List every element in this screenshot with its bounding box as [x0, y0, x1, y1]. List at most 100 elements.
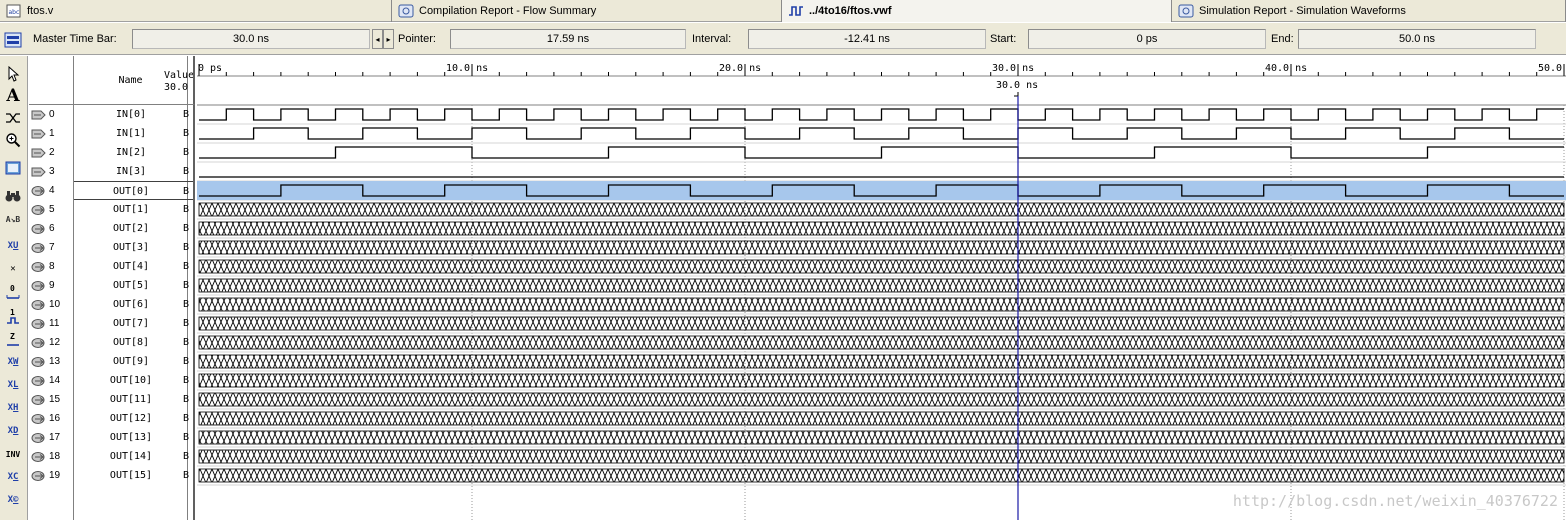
uninitialized-icon[interactable]: XU	[2, 236, 24, 256]
waveform-file-icon	[789, 6, 803, 16]
signal-row[interactable]: 16 OUT[12] B	[29, 409, 195, 428]
signal-name[interactable]: OUT[2]	[74, 219, 188, 238]
forcing-unknown-icon[interactable]: ✕	[2, 259, 24, 279]
signal-name[interactable]: OUT[8]	[74, 333, 188, 352]
index-column-header	[29, 56, 74, 105]
forcing-low-icon[interactable]: 0	[2, 282, 24, 302]
signal-waveform	[199, 127, 1564, 140]
signal-name[interactable]: OUT[3]	[74, 238, 188, 257]
signal-name[interactable]: OUT[9]	[74, 352, 188, 371]
unknown-waveform	[198, 392, 1565, 407]
unknown-waveform	[198, 202, 1565, 217]
unknown-waveform	[198, 297, 1565, 312]
master-time-spinner[interactable]: ◂ ▸	[372, 29, 394, 49]
weak-low-icon[interactable]: XL	[2, 375, 24, 395]
signal-name[interactable]: OUT[7]	[74, 314, 188, 333]
output-pin-icon	[31, 204, 45, 215]
signal-row[interactable]: 12 OUT[8] B	[29, 333, 195, 352]
signal-name[interactable]: OUT[11]	[74, 390, 188, 409]
signal-name[interactable]: OUT[0]	[74, 181, 188, 200]
signal-index-number: 10	[49, 299, 61, 310]
signal-value: B	[183, 375, 190, 386]
forcing-high-icon[interactable]: 1	[2, 306, 24, 326]
signal-name[interactable]: OUT[6]	[74, 295, 188, 314]
signal-name[interactable]: OUT[12]	[74, 409, 188, 428]
signal-name[interactable]: IN[1]	[74, 124, 188, 143]
signal-name[interactable]: IN[0]	[74, 105, 188, 124]
weak-unknown-icon[interactable]: XW	[2, 352, 24, 372]
signal-value: B	[183, 394, 190, 405]
unknown-waveform	[198, 354, 1565, 369]
output-pin-icon	[31, 299, 45, 310]
dont-care-icon[interactable]: XD	[2, 421, 24, 441]
find-icon[interactable]	[2, 186, 24, 206]
high-impedance-icon[interactable]: Z	[2, 330, 24, 350]
waveform-editor-icon[interactable]	[4, 32, 22, 48]
signal-row[interactable]: 1 IN[1] B	[29, 124, 195, 143]
signal-name[interactable]: OUT[10]	[74, 371, 188, 390]
waveform-canvas[interactable]: 0 ps 10.0 ns 20.0 ns 30.0 ns 40.0 ns 50.0 ns 3…	[197, 56, 1566, 520]
signal-row[interactable]: 0 IN[0] B	[29, 105, 195, 124]
signal-name[interactable]: OUT[13]	[74, 428, 188, 447]
replace-icon[interactable]: A↘B	[2, 210, 24, 230]
signal-name[interactable]: OUT[5]	[74, 276, 188, 295]
signal-row[interactable]: 11 OUT[7] B	[29, 314, 195, 333]
signal-row[interactable]: 7 OUT[3] B	[29, 238, 195, 257]
full-screen-icon[interactable]	[2, 158, 24, 178]
signal-name[interactable]: OUT[15]	[74, 466, 188, 485]
signal-name[interactable]: OUT[1]	[74, 200, 188, 219]
signal-name[interactable]: IN[3]	[74, 162, 188, 181]
tab-simulation-report[interactable]: Simulation Report - Simulation Waveforms	[1172, 0, 1566, 22]
waveform-display[interactable]: 0 ps 10.0 ns 20.0 ns 30.0 ns 40.0 ns 50.0 ns 3…	[197, 56, 1566, 520]
signal-row[interactable]: 17 OUT[13] B	[29, 428, 195, 447]
invert-icon[interactable]: INV	[2, 445, 24, 465]
signal-value: B	[183, 299, 190, 310]
signal-index-number: 8	[49, 261, 55, 272]
signal-value: B	[183, 166, 190, 177]
start-field[interactable]: 0 ps	[1028, 29, 1266, 49]
signal-name[interactable]: OUT[4]	[74, 257, 188, 276]
signal-row[interactable]: 8 OUT[4] B	[29, 257, 195, 276]
signal-name[interactable]: OUT[14]	[74, 447, 188, 466]
signal-value: B	[183, 337, 190, 348]
count-value-icon[interactable]: XC	[2, 467, 24, 487]
value-column-header[interactable]: Value at 30.0 ns	[159, 56, 195, 105]
tab-ftos-v[interactable]: abc ftos.v	[0, 0, 392, 22]
clock-value-icon[interactable]: X ©	[2, 490, 24, 510]
tab-compilation-report[interactable]: Compilation Report - Flow Summary	[392, 0, 782, 22]
signal-row[interactable]: 13 OUT[9] B	[29, 352, 195, 371]
signal-row[interactable]: 2 IN[2] B	[29, 143, 195, 162]
node-finder-icon[interactable]	[2, 108, 24, 128]
signal-row[interactable]: 18 OUT[14] B	[29, 447, 195, 466]
master-time-bar-label: 30.0 ns	[996, 80, 1038, 91]
weak-high-icon[interactable]: XH	[2, 398, 24, 418]
waveform-toolbar: A A↘B XU ✕ 0 1 Z XW XL XH XD INV XC X ©	[0, 56, 28, 520]
input-pin-icon	[31, 167, 46, 176]
signal-row[interactable]: 4 OUT[0] B	[29, 181, 195, 200]
tab-waveform-file[interactable]: ../4to16/ftos.vwf	[782, 0, 1172, 22]
ruler-tick-label: 0 ps	[198, 63, 222, 74]
signal-value: B	[183, 109, 190, 120]
signal-index-number: 1	[49, 128, 55, 139]
end-field[interactable]: 50.0 ns	[1298, 29, 1536, 49]
pointer-icon[interactable]	[2, 64, 24, 84]
signal-row[interactable]: 10 OUT[6] B	[29, 295, 195, 314]
signal-index: 18	[31, 449, 73, 464]
next-transition-icon[interactable]: ▸	[383, 29, 394, 49]
text-icon[interactable]: A	[2, 86, 24, 106]
signal-row[interactable]: 5 OUT[1] B	[29, 200, 195, 219]
signal-row[interactable]: 14 OUT[10] B	[29, 371, 195, 390]
master-time-bar-field[interactable]: 30.0 ns	[132, 29, 370, 49]
signal-row[interactable]: 15 OUT[11] B	[29, 390, 195, 409]
signal-row[interactable]: 19 OUT[15] B	[29, 466, 195, 485]
signal-name[interactable]: IN[2]	[74, 143, 188, 162]
signal-row[interactable]: 9 OUT[5] B	[29, 276, 195, 295]
signal-index-number: 0	[49, 109, 55, 120]
signal-index: 3	[31, 164, 73, 179]
previous-transition-icon[interactable]: ◂	[372, 29, 383, 49]
signal-index-number: 3	[49, 166, 55, 177]
signal-row[interactable]: 3 IN[3] B	[29, 162, 195, 181]
zoom-icon[interactable]	[2, 130, 24, 150]
signal-index-number: 11	[49, 318, 60, 329]
signal-row[interactable]: 6 OUT[2] B	[29, 219, 195, 238]
